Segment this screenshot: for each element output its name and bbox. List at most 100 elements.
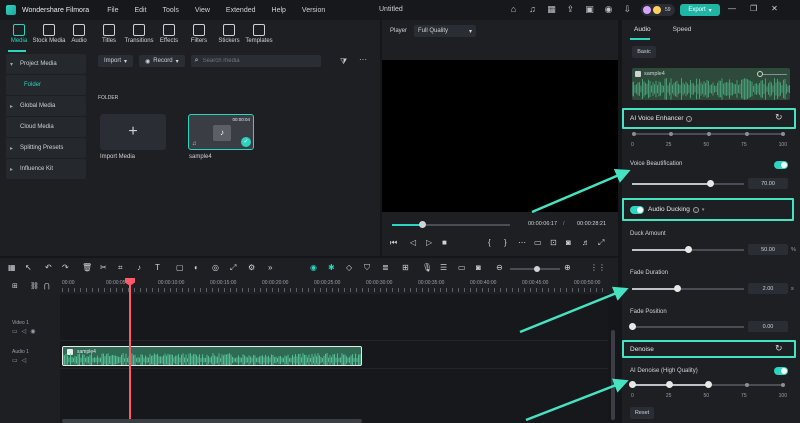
- ai-denoise-slider[interactable]: [629, 381, 785, 388]
- mark-out-icon[interactable]: }: [504, 238, 507, 247]
- snapshot-icon[interactable]: ◙: [566, 238, 571, 247]
- mark-in-icon[interactable]: {: [488, 238, 491, 247]
- more-icon[interactable]: ⋯: [518, 238, 526, 247]
- sidebar-item-global-media[interactable]: ▸ Global Media: [6, 96, 86, 116]
- shield-icon[interactable]: ⛉: [364, 263, 370, 273]
- camera-icon[interactable]: ▭: [458, 263, 466, 272]
- speaker-icon[interactable]: ◁: [22, 357, 27, 364]
- sound-icon[interactable]: ♫: [527, 4, 538, 15]
- redo-icon[interactable]: ↷: [62, 263, 69, 272]
- info-icon[interactable]: i: [686, 115, 693, 122]
- tab-stickers[interactable]: Stickers: [216, 24, 242, 44]
- audio-edit-icon[interactable]: ♪: [137, 263, 141, 272]
- play-icon[interactable]: ▷: [426, 238, 432, 247]
- tab-audio[interactable]: Audio: [634, 26, 651, 33]
- tab-transitions[interactable]: Transitions: [124, 24, 154, 44]
- eye-icon[interactable]: ◉: [30, 328, 35, 335]
- voice-beautification-value[interactable]: 70.00: [748, 178, 788, 189]
- filter-icon[interactable]: ⧩: [340, 57, 347, 67]
- layout-icon[interactable]: ▦: [8, 263, 16, 272]
- frame-icon[interactable]: ▢: [176, 263, 184, 272]
- tab-effects[interactable]: Effects: [156, 24, 182, 44]
- sidebar-item-cloud-media[interactable]: Cloud Media: [6, 117, 86, 137]
- slider-handle[interactable]: [707, 180, 715, 187]
- screen-icon[interactable]: ▭: [534, 238, 542, 247]
- link-icon[interactable]: ⛓: [30, 282, 39, 290]
- stop-icon[interactable]: ■: [442, 238, 447, 247]
- undo-icon[interactable]: ↶: [45, 263, 52, 272]
- reset-button[interactable]: Reset: [630, 407, 654, 419]
- more-icon[interactable]: ···: [359, 55, 367, 64]
- export-button[interactable]: Export ▾: [680, 4, 720, 16]
- menu-tools[interactable]: Tools: [163, 7, 179, 14]
- close-icon[interactable]: ✕: [771, 4, 778, 13]
- basic-button[interactable]: Basic: [632, 46, 656, 58]
- cut-icon[interactable]: ✂: [100, 263, 107, 272]
- snapshot-icon[interactable]: ◙: [476, 263, 481, 272]
- microphone-icon[interactable]: 🎙: [422, 263, 432, 272]
- zoom-out-icon[interactable]: ⊖: [496, 263, 503, 272]
- sidebar-item-project-media[interactable]: ▾ Project Media: [6, 54, 86, 74]
- upload-icon[interactable]: ⇪: [565, 4, 576, 15]
- folder-icon[interactable]: ▭: [12, 328, 18, 335]
- fade-duration-slider[interactable]: [632, 285, 744, 292]
- zoom-handle[interactable]: [534, 266, 540, 272]
- duck-amount-value[interactable]: 50.00: [748, 244, 788, 255]
- grid-view-icon[interactable]: ⋮⋮: [590, 263, 606, 272]
- slider-handle[interactable]: [705, 381, 712, 388]
- zoom-in-icon[interactable]: ⊕: [564, 263, 571, 272]
- record-button[interactable]: ◉ Record ▾: [139, 55, 185, 67]
- tab-filters[interactable]: Filters: [186, 24, 212, 44]
- layout-icon[interactable]: ▣: [584, 4, 595, 15]
- tab-templates[interactable]: Templates: [245, 24, 273, 44]
- menu-extended[interactable]: Extended: [226, 7, 256, 14]
- magnet-icon[interactable]: ⋂: [44, 282, 50, 290]
- layers-icon[interactable]: ≣: [382, 263, 389, 272]
- quality-select[interactable]: Full Quality ▾: [414, 25, 476, 37]
- sidebar-item-influence-kit[interactable]: ▸ Influence Kit: [6, 159, 86, 179]
- playhead[interactable]: [129, 280, 131, 423]
- reset-icon[interactable]: ↻: [775, 112, 783, 123]
- download-icon[interactable]: ⇩: [622, 4, 633, 15]
- speaker-icon[interactable]: ◁: [22, 328, 27, 335]
- menu-help[interactable]: Help: [272, 7, 286, 14]
- timeline-zoom-slider[interactable]: [510, 266, 560, 272]
- import-media-card[interactable]: +: [100, 114, 166, 150]
- timeline-scrollbar[interactable]: [62, 419, 362, 423]
- eye-icon[interactable]: ◉: [603, 4, 614, 15]
- chevron-down-icon[interactable]: ▾: [702, 207, 705, 213]
- ai-voice-enhancer-slider[interactable]: [632, 132, 785, 136]
- step-back-icon[interactable]: ◁: [410, 238, 416, 247]
- slider-handle[interactable]: [673, 285, 681, 292]
- user-account[interactable]: 59: [641, 4, 675, 16]
- voice-beautification-slider[interactable]: [632, 180, 744, 187]
- speed-icon[interactable]: ◎: [212, 263, 219, 272]
- tab-titles[interactable]: Titles: [96, 24, 122, 44]
- fit-icon[interactable]: ⊡: [550, 238, 557, 247]
- select-icon[interactable]: ↖: [25, 263, 32, 272]
- duck-amount-slider[interactable]: [632, 246, 744, 253]
- import-button[interactable]: Import ▾: [98, 55, 134, 67]
- sidebar-item-splitting-presets[interactable]: ▸ Splitting Presets: [6, 138, 86, 158]
- tab-audio[interactable]: Audio: [66, 24, 92, 44]
- playback-scrubber[interactable]: [392, 221, 510, 228]
- timeline-audio-clip[interactable]: sample4: [62, 346, 362, 366]
- text-icon[interactable]: T: [155, 263, 160, 272]
- info-icon[interactable]: i: [692, 206, 699, 213]
- stabilize-icon[interactable]: ⚙: [248, 263, 255, 272]
- expand-icon[interactable]: ⤢: [230, 263, 236, 273]
- color-icon[interactable]: ◐: [194, 263, 199, 272]
- search-input[interactable]: [202, 58, 313, 64]
- ai-denoise-toggle[interactable]: [774, 367, 788, 375]
- menu-edit[interactable]: Edit: [134, 7, 146, 14]
- tab-stock-media[interactable]: Stock Media: [33, 24, 66, 44]
- scrubber-handle[interactable]: [418, 221, 426, 228]
- voice-beautification-toggle[interactable]: [774, 161, 788, 169]
- add-track-icon[interactable]: ⊞: [12, 282, 18, 290]
- split-icon[interactable]: ⊞: [402, 263, 409, 272]
- menu-file[interactable]: File: [107, 7, 118, 14]
- slider-handle[interactable]: [629, 323, 636, 330]
- home-icon[interactable]: ⌂: [508, 4, 519, 15]
- delete-icon[interactable]: 🗑: [82, 263, 92, 272]
- grid-icon[interactable]: ▦: [546, 4, 557, 15]
